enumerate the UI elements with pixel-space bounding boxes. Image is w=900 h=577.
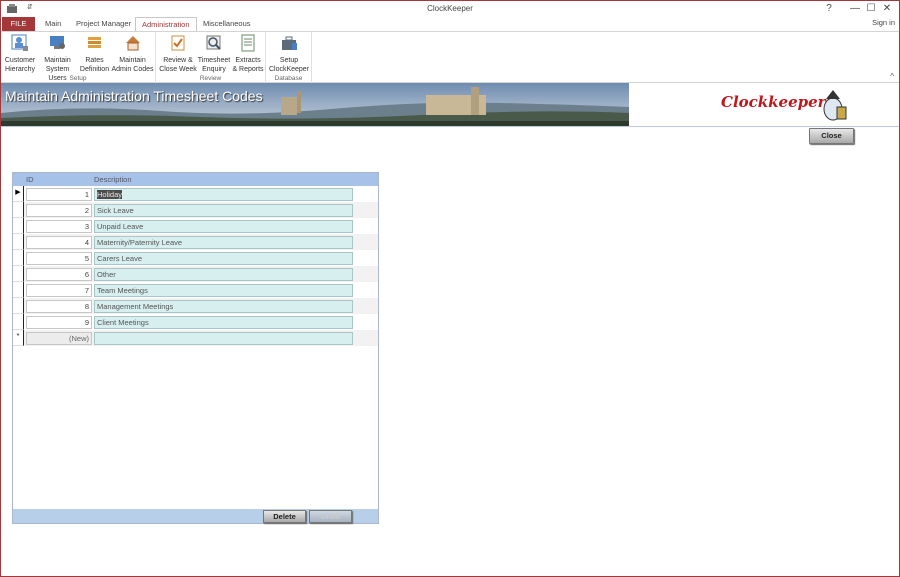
admin-codes-subform: ID Description ▶ 1 Holiday 2 Sick Leave … [12, 172, 379, 524]
undo-button[interactable]: Undo [309, 510, 352, 523]
maintain-admin-codes-button[interactable]: Maintain Admin Codes [111, 34, 154, 74]
ribbon: Customer Hierarchy Maintain System Users… [1, 31, 899, 83]
logo-area: Clockkeeper [629, 83, 899, 126]
customer-hierarchy-button[interactable]: Customer Hierarchy [4, 34, 36, 74]
setup-group: Customer Hierarchy Maintain System Users… [1, 32, 156, 83]
table-row[interactable]: 3 Unpaid Leave [13, 218, 378, 234]
description-field[interactable]: Holiday [94, 188, 353, 201]
id-field[interactable]: 7 [26, 284, 92, 297]
new-record-selector[interactable]: * [13, 330, 24, 346]
maximize-button[interactable]: ☐ [863, 2, 879, 16]
table-row[interactable]: 7 Team Meetings [13, 282, 378, 298]
review-checklist-icon [171, 35, 185, 51]
description-field[interactable] [94, 332, 353, 345]
record-selector[interactable] [13, 250, 24, 266]
delete-button[interactable]: Delete [263, 510, 306, 523]
keeper-figure-icon [823, 90, 847, 121]
description-field[interactable]: Other [94, 268, 353, 281]
review-close-week-button[interactable]: Review & Close Week [159, 34, 197, 74]
id-field[interactable]: (New) [26, 332, 92, 345]
id-field[interactable]: 2 [26, 204, 92, 217]
id-field[interactable]: 5 [26, 252, 92, 265]
record-selector[interactable] [13, 218, 24, 234]
description-field[interactable]: Management Meetings [94, 300, 353, 313]
close-window-button[interactable]: ✕ [879, 2, 895, 16]
extracts-reports-button[interactable]: Extracts & Reports [230, 34, 266, 74]
banner-title: Maintain Administration Timesheet Codes [5, 88, 263, 104]
description-field[interactable]: Carers Leave [94, 252, 353, 265]
tab-file[interactable]: FILE [2, 17, 35, 31]
ribbon-tabs: FILE Main Project Manager Administration… [1, 17, 899, 32]
record-selector[interactable] [13, 282, 24, 298]
magnifier-icon [206, 35, 221, 50]
description-column-header: Description [94, 175, 132, 184]
description-field[interactable]: Team Meetings [94, 284, 353, 297]
customer-hierarchy-icon [11, 34, 28, 51]
collapse-ribbon-icon[interactable]: ^ [890, 72, 894, 81]
id-field[interactable]: 1 [26, 188, 92, 201]
id-field[interactable]: 9 [26, 316, 92, 329]
title-bar: ⇵ ClockKeeper ? — ☐ ✕ [1, 1, 899, 17]
table-row[interactable]: 8 Management Meetings [13, 298, 378, 314]
record-selector[interactable] [13, 298, 24, 314]
rates-definition-button[interactable]: Rates Definition [78, 34, 111, 74]
description-field[interactable]: Client Meetings [94, 316, 353, 329]
record-selector[interactable] [13, 266, 24, 282]
close-button[interactable]: Close [809, 128, 854, 144]
id-column-header: ID [26, 175, 34, 184]
review-group: Review & Close Week Timesheet Enquiry Ex… [156, 32, 266, 83]
table-row[interactable]: 4 Maternity/Paternity Leave [13, 234, 378, 250]
toolbox-icon [282, 36, 297, 50]
report-icon [241, 34, 255, 52]
table-row[interactable]: 2 Sick Leave [13, 202, 378, 218]
tab-main[interactable]: Main [39, 17, 67, 31]
grid-header: ID Description [13, 173, 378, 186]
tab-miscellaneous[interactable]: Miscellaneous [197, 17, 257, 31]
database-group: Setup ClockKeeper Database [266, 32, 312, 83]
help-button[interactable]: ? [821, 2, 837, 16]
id-field[interactable]: 3 [26, 220, 92, 233]
record-selector[interactable]: ▶ [13, 186, 24, 202]
setup-clockkeeper-button[interactable]: Setup ClockKeeper [268, 34, 310, 74]
record-selector[interactable] [13, 202, 24, 218]
table-row[interactable]: ▶ 1 Holiday [13, 186, 378, 202]
house-icon [125, 36, 140, 51]
record-selector[interactable] [13, 234, 24, 250]
description-field[interactable]: Unpaid Leave [94, 220, 353, 233]
form-header-banner: Maintain Administration Timesheet Codes … [1, 83, 899, 127]
table-row[interactable]: 5 Carers Leave [13, 250, 378, 266]
system-users-icon [49, 36, 65, 49]
id-field[interactable]: 4 [26, 236, 92, 249]
description-field[interactable]: Sick Leave [94, 204, 353, 217]
description-field[interactable]: Maternity/Paternity Leave [94, 236, 353, 249]
table-row[interactable]: 6 Other [13, 266, 378, 282]
tab-project-manager[interactable]: Project Manager [70, 17, 137, 31]
new-record-row[interactable]: * (New) [13, 330, 378, 346]
table-row[interactable]: 9 Client Meetings [13, 314, 378, 330]
rates-icon [87, 37, 101, 48]
sign-in-link[interactable]: Sign in [872, 18, 895, 27]
timesheet-enquiry-button[interactable]: Timesheet Enquiry [196, 34, 232, 74]
id-field[interactable]: 6 [26, 268, 92, 281]
id-field[interactable]: 8 [26, 300, 92, 313]
record-selector[interactable] [13, 314, 24, 330]
window-title: ClockKeeper [427, 4, 473, 13]
subform-footer: Delete Undo [13, 509, 378, 523]
tab-administration[interactable]: Administration [135, 17, 197, 32]
minimize-button[interactable]: — [847, 2, 863, 16]
clockkeeper-logo: Clockkeeper [721, 93, 826, 111]
